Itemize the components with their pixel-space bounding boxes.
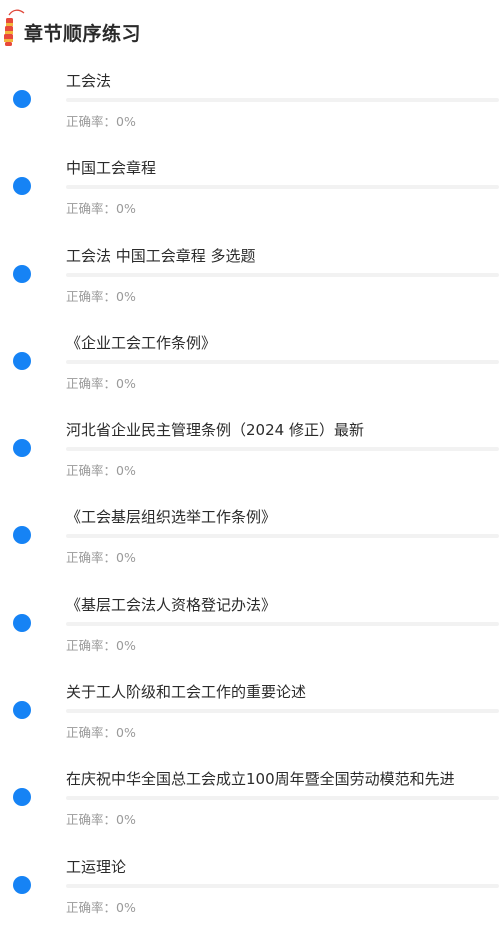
chapter-title: 《基层工会法人资格登记办法》: [66, 595, 277, 614]
progress-bar: [66, 883, 499, 888]
accuracy-label: 正确率：: [66, 201, 117, 217]
accuracy-text: 正确率：0%: [66, 549, 136, 567]
accuracy-label: 正确率：: [66, 114, 117, 129]
accuracy-value: 0%: [116, 899, 136, 915]
accuracy-text: 正确率：0%: [66, 375, 136, 393]
accuracy-value: 0%: [116, 288, 136, 304]
accuracy-value: 0%: [116, 637, 136, 653]
chapter-dot-icon: [13, 177, 31, 196]
accuracy-text: 正确率：0%: [66, 899, 136, 917]
chapter-dot-icon: [13, 264, 31, 283]
accuracy-label: 正确率：: [66, 899, 117, 915]
accuracy-label: 正确率：: [66, 637, 117, 653]
page-title: 章节顺序练习: [24, 23, 142, 45]
firecracker-icon: [2, 8, 26, 48]
chapter-item[interactable]: 关于工人阶级和工会工作的重要论述 正确率：0%: [0, 671, 499, 758]
accuracy-value: 0%: [116, 114, 136, 129]
accuracy-label: 正确率：: [66, 725, 117, 741]
accuracy-text: 正确率：0%: [66, 724, 136, 742]
accuracy-value: 0%: [116, 375, 136, 391]
chapter-dot-icon: [13, 526, 31, 545]
accuracy-text: 正确率：0%: [66, 637, 136, 655]
chapter-dot-icon: [13, 701, 31, 720]
accuracy-value: 0%: [116, 550, 136, 566]
chapter-title: 中国工会章程: [66, 159, 157, 178]
chapter-title: 在庆祝中华全国总工会成立100周年暨全国劳动模范和先进: [66, 770, 455, 789]
accuracy-label: 正确率：: [66, 288, 117, 304]
accuracy-text: 正确率：0%: [66, 811, 136, 829]
progress-bar: [66, 534, 499, 539]
accuracy-value: 0%: [116, 201, 136, 217]
chapter-list: 工会法 正确率：0% 中国工会章程 正确率：0% 工会法 中国工会章程 多选题 正确率：0…: [0, 60, 499, 933]
chapter-dot-icon: [13, 875, 31, 894]
chapter-item[interactable]: 工会法正确率：0%: [0, 60, 499, 147]
chapter-dot-icon: [13, 788, 31, 807]
progress-bar: [66, 796, 499, 801]
chapter-dot-icon: [13, 439, 31, 458]
chapter-title: 《工会基层组织选举工作条例》: [66, 508, 277, 527]
accuracy-value: 0%: [116, 812, 136, 828]
accuracy-label: 正确率：: [66, 550, 117, 566]
chapter-item[interactable]: 工会法 中国工会章程 多选题 正确率：0%: [0, 235, 499, 322]
chapter-item[interactable]: 《基层工会法人资格登记办法》 正确率：0%: [0, 584, 499, 671]
accuracy-value: 0%: [116, 463, 136, 479]
chapter-title: 关于工人阶级和工会工作的重要论述: [66, 683, 307, 702]
progress-bar: [66, 621, 499, 626]
accuracy-text: 正确率：0%: [66, 200, 136, 218]
progress-bar: [66, 185, 499, 190]
progress-bar: [66, 447, 499, 452]
accuracy-value: 0%: [116, 725, 136, 741]
chapter-title: 工运理论: [66, 857, 127, 876]
accuracy-label: 正确率：: [66, 375, 117, 391]
accuracy-text: 正确率：0%: [66, 462, 136, 480]
accuracy-text: 正确率：0%: [66, 113, 136, 131]
chapter-dot-icon: [13, 351, 31, 370]
accuracy-text: 正确率：0%: [66, 288, 136, 306]
accuracy-label: 正确率：: [66, 463, 117, 479]
chapter-title: 《企业工会工作条例》: [66, 333, 217, 352]
chapter-dot-icon: [13, 90, 31, 108]
progress-bar: [66, 709, 499, 714]
chapter-item[interactable]: 河北省企业民主管理条例（2024 修正）最新 正确率：0%: [0, 409, 499, 496]
page-header: 章节顺序练习: [0, 0, 499, 60]
chapter-title: 工会法: [66, 72, 112, 90]
progress-bar: [66, 98, 499, 102]
chapter-item[interactable]: 《企业工会工作条例》 正确率：0%: [0, 322, 499, 409]
chapter-title: 河北省企业民主管理条例（2024 修正）最新: [66, 421, 364, 440]
chapter-item[interactable]: 工运理论正确率：0%: [0, 846, 499, 933]
chapter-item[interactable]: 中国工会章程 正确率：0%: [0, 147, 499, 234]
chapter-title: 工会法 中国工会章程 多选题: [66, 246, 256, 265]
progress-bar: [66, 272, 499, 277]
accuracy-label: 正确率：: [66, 812, 117, 828]
chapter-item[interactable]: 在庆祝中华全国总工会成立100周年暨全国劳动模范和先进 正确率：0%: [0, 758, 499, 845]
progress-bar: [66, 359, 499, 364]
chapter-item[interactable]: 《工会基层组织选举工作条例》 正确率：0%: [0, 496, 499, 583]
chapter-dot-icon: [13, 613, 31, 632]
